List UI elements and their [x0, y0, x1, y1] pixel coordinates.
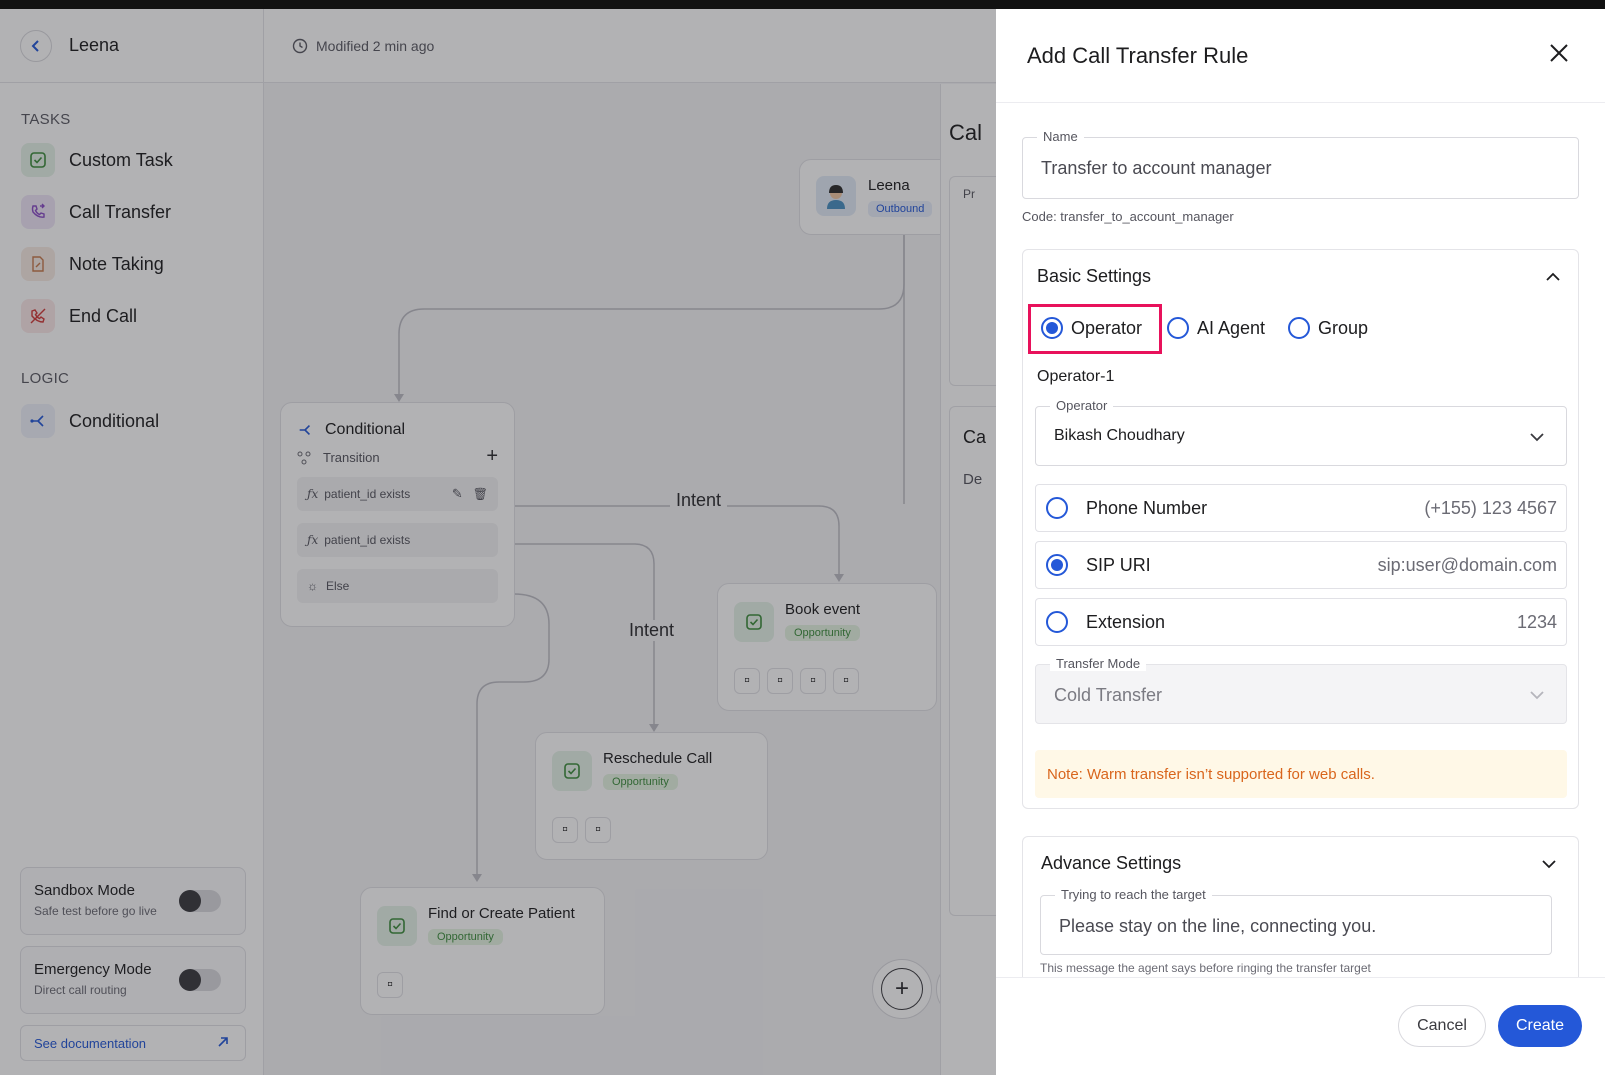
name-field[interactable]: Name Transfer to account manager [1022, 129, 1579, 199]
create-button[interactable]: Create [1498, 1005, 1582, 1047]
radio-operator[interactable] [1041, 317, 1063, 339]
operator-select[interactable]: Operator Bikash Choudhary [1035, 398, 1567, 466]
transfer-mode-label: Transfer Mode [1050, 656, 1147, 671]
chevron-down-icon [1530, 691, 1544, 700]
drawer-footer: Cancel Create [996, 977, 1605, 1075]
close-icon[interactable] [1549, 43, 1569, 63]
rule-code: Code: transfer_to_account_manager [1022, 209, 1234, 224]
radio-extension[interactable] [1046, 611, 1068, 633]
warm-transfer-note: Note: Warm transfer isn’t supported for … [1035, 750, 1567, 798]
reach-target-helper: This message the agent says before ringi… [1040, 961, 1371, 975]
transfer-mode-value: Cold Transfer [1054, 685, 1163, 705]
transfer-mode-select[interactable]: Transfer Mode Cold Transfer [1035, 656, 1567, 724]
destination-label: Phone Number [1086, 497, 1208, 518]
drawer-title: Add Call Transfer Rule [1027, 42, 1249, 68]
radio-sip-uri[interactable] [1046, 554, 1068, 576]
destination-extension[interactable]: Extension 1234 [1035, 598, 1567, 646]
type-option-operator[interactable]: Operator [1041, 317, 1142, 339]
destination-value: sip:user@domain.com [1377, 554, 1557, 575]
basic-settings-title: Basic Settings [1037, 266, 1152, 286]
type-option-label: Operator [1071, 317, 1143, 338]
reach-target-label: Trying to reach the target [1055, 887, 1212, 902]
radio-ai-agent[interactable] [1167, 317, 1189, 339]
type-option-ai-agent[interactable]: AI Agent [1167, 317, 1265, 339]
advance-settings-section: Advance Settings Trying to reach the tar… [1022, 836, 1579, 996]
reach-target-message-field[interactable]: Trying to reach the target Please stay o… [1040, 887, 1552, 955]
name-field-label: Name [1037, 129, 1084, 144]
destination-label: SIP URI [1086, 554, 1151, 575]
operator-select-value: Bikash Choudhary [1054, 427, 1185, 444]
reach-target-value: Please stay on the line, connecting you. [1059, 916, 1377, 936]
radio-phone-number[interactable] [1046, 497, 1068, 519]
basic-settings-section: Basic Settings Operator AI Agent Group O… [1022, 249, 1579, 809]
add-call-transfer-rule-drawer: Add Call Transfer Rule Name Transfer to … [996, 9, 1605, 1075]
destination-value: (+155) 123 4567 [1424, 497, 1557, 518]
destination-label: Extension [1086, 611, 1166, 632]
type-option-label: Group [1318, 317, 1369, 338]
cancel-button[interactable]: Cancel [1398, 1005, 1486, 1047]
destination-value: 1234 [1516, 611, 1557, 632]
destination-phone-number[interactable]: Phone Number (+155) 123 4567 [1035, 484, 1567, 532]
operator-select-label: Operator [1050, 398, 1114, 413]
chevron-down-icon [1530, 433, 1544, 442]
radio-group[interactable] [1288, 317, 1310, 339]
type-option-label: AI Agent [1197, 317, 1266, 338]
operator-heading: Operator-1 [1037, 368, 1115, 385]
name-field-value: Transfer to account manager [1041, 158, 1272, 178]
modal-backdrop[interactable] [0, 9, 996, 1075]
drawer-header: Add Call Transfer Rule [996, 9, 1605, 103]
destination-sip-uri[interactable]: SIP URI sip:user@domain.com [1035, 541, 1567, 589]
chevron-down-icon[interactable] [1542, 859, 1556, 869]
type-option-group[interactable]: Group [1288, 317, 1368, 339]
advance-settings-title: Advance Settings [1041, 853, 1182, 873]
chevron-up-icon[interactable] [1546, 272, 1560, 282]
